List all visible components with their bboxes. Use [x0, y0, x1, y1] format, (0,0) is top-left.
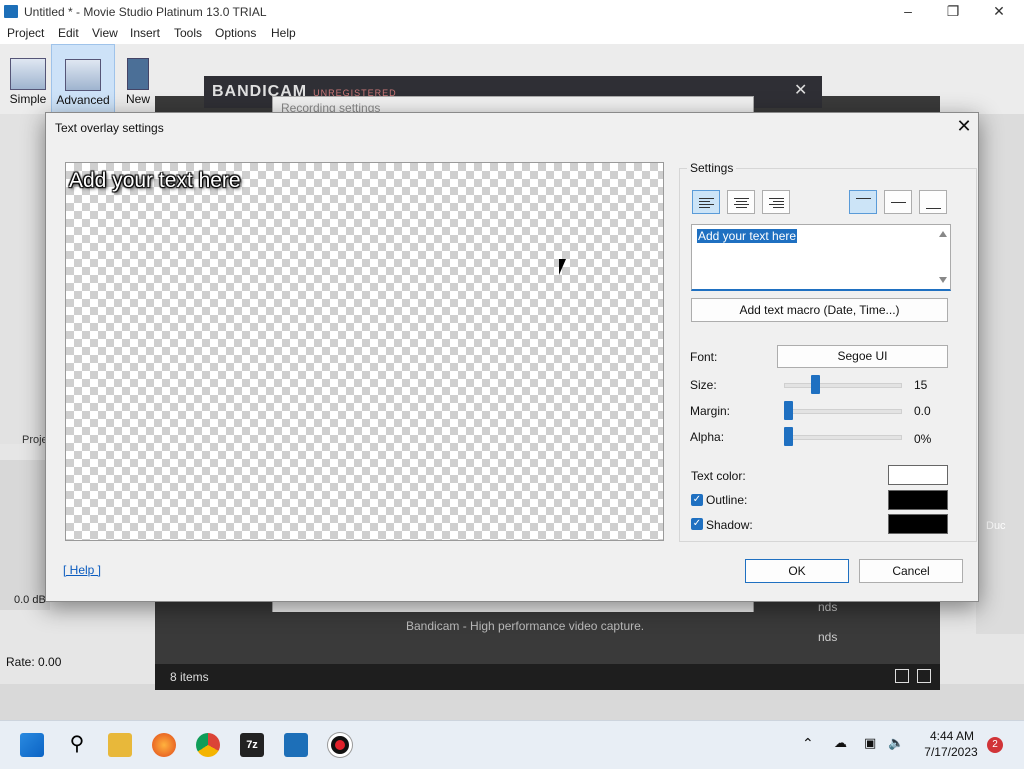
- side-text-1: nds: [818, 600, 838, 614]
- menu-view[interactable]: View: [92, 26, 118, 40]
- menu-tools[interactable]: Tools: [174, 26, 202, 40]
- simple-mode-button[interactable]: Simple: [0, 44, 56, 112]
- align-right-button[interactable]: [762, 190, 790, 214]
- network-icon[interactable]: ☁: [834, 735, 847, 751]
- app-title: Untitled * - Movie Studio Platinum 13.0 …: [24, 5, 267, 19]
- valign-top-button[interactable]: [849, 190, 877, 214]
- margin-slider-track[interactable]: [784, 409, 902, 414]
- display-icon[interactable]: ▣: [864, 735, 876, 751]
- minimize-icon[interactable]: –: [885, 0, 931, 24]
- new-project-icon: [127, 58, 149, 90]
- bandicam-record-icon[interactable]: [328, 733, 352, 757]
- outline-color-swatch[interactable]: [888, 490, 948, 510]
- project-label: Proje: [22, 434, 48, 446]
- outline-label: Outline:: [706, 493, 748, 507]
- menu-insert[interactable]: Insert: [130, 26, 160, 40]
- mouse-cursor-icon: [559, 259, 573, 275]
- new-project-button[interactable]: New: [118, 44, 158, 112]
- valign-bottom-button[interactable]: [919, 190, 947, 214]
- notification-badge[interactable]: 2: [987, 737, 1003, 753]
- margin-label: Margin:: [690, 404, 731, 418]
- size-slider-track[interactable]: [784, 383, 902, 388]
- advanced-mode-button[interactable]: Advanced: [51, 44, 115, 114]
- advanced-mode-icon: [65, 59, 101, 91]
- shadow-label: Shadow:: [706, 518, 753, 532]
- text-color-label: Text color:: [691, 469, 746, 483]
- file-explorer-icon[interactable]: [108, 733, 132, 757]
- items-count: 8 items: [170, 670, 209, 684]
- clock-time[interactable]: 4:44 AM: [926, 729, 978, 743]
- scroll-up-icon[interactable]: [939, 231, 947, 237]
- right-text: Duc: [986, 520, 1006, 532]
- maximize-icon[interactable]: ❐: [930, 0, 976, 24]
- alpha-slider-thumb[interactable]: [784, 427, 793, 446]
- right-panel: Duc: [976, 114, 1024, 634]
- overlay-text-selection: Add your text here: [697, 229, 798, 243]
- menu-help[interactable]: Help: [271, 26, 296, 40]
- alpha-slider-track[interactable]: [784, 435, 902, 440]
- search-icon[interactable]: ⚲: [65, 733, 89, 757]
- bandicam-footer-text: Bandicam - High performance video captur…: [406, 619, 645, 633]
- ok-button[interactable]: OK: [745, 559, 849, 583]
- simple-mode-icon: [10, 58, 46, 90]
- text-preview-canvas: Add your text here: [65, 162, 664, 541]
- bandicam-status-bar: 8 items: [155, 664, 940, 690]
- movie-studio-icon[interactable]: [284, 733, 308, 757]
- dialog-title: Text overlay settings: [55, 121, 164, 135]
- settings-legend: Settings: [687, 161, 737, 175]
- align-center-button[interactable]: [727, 190, 755, 214]
- outline-checkbox[interactable]: ✓: [691, 494, 703, 506]
- bandicam-footer: Bandicam - High performance video captur…: [204, 600, 837, 644]
- left-panel: Proje: [0, 114, 51, 446]
- sevenzip-icon[interactable]: 7z: [240, 733, 264, 757]
- alpha-label: Alpha:: [690, 430, 725, 444]
- grid-view-icon[interactable]: [917, 669, 931, 683]
- text-scrollbar[interactable]: [936, 225, 950, 289]
- menu-options[interactable]: Options: [215, 26, 256, 40]
- text-color-swatch[interactable]: [888, 465, 948, 485]
- font-label: Font:: [690, 350, 718, 364]
- shadow-checkbox[interactable]: ✓: [691, 518, 703, 530]
- help-link[interactable]: [ Help ]: [63, 563, 101, 577]
- margin-slider-thumb[interactable]: [784, 401, 793, 420]
- tray-chevron-icon[interactable]: ⌃: [802, 735, 814, 752]
- margin-value: 0.0: [914, 404, 931, 418]
- chrome-icon[interactable]: [196, 733, 220, 757]
- volume-icon[interactable]: 🔈: [888, 735, 904, 751]
- menu-edit[interactable]: Edit: [58, 26, 79, 40]
- taskbar: ⚲ 7z ⌃ ☁ ▣ 🔈 4:44 AM 7/17/2023 2: [0, 720, 1024, 769]
- overlay-text-input[interactable]: Add your text here: [691, 224, 951, 291]
- rate-readout: Rate: 0.00: [6, 655, 62, 669]
- text-overlay-dialog: Text overlay settings ✕ Add your text he…: [45, 112, 979, 602]
- close-icon[interactable]: ✕: [976, 0, 1022, 24]
- valign-middle-button[interactable]: [884, 190, 912, 214]
- preview-text: Add your text here: [69, 169, 241, 192]
- shadow-color-swatch[interactable]: [888, 514, 948, 534]
- add-text-macro-button[interactable]: Add text macro (Date, Time...): [691, 298, 948, 322]
- size-value: 15: [914, 378, 928, 392]
- dialog-close-icon[interactable]: ✕: [954, 117, 974, 137]
- menu-bar: Project Edit View Insert Tools Options H…: [0, 24, 1024, 44]
- size-slider-thumb[interactable]: [811, 375, 820, 394]
- app-titlebar: Untitled * - Movie Studio Platinum 13.0 …: [0, 0, 1024, 24]
- app-icon: [4, 5, 18, 18]
- scroll-down-icon[interactable]: [939, 277, 947, 283]
- cancel-button[interactable]: Cancel: [859, 559, 963, 583]
- firefox-icon[interactable]: [152, 733, 176, 757]
- clock-date[interactable]: 7/17/2023: [918, 745, 984, 759]
- start-icon[interactable]: [20, 733, 44, 757]
- rate-bar: Rate: 0.00: [0, 644, 155, 684]
- side-text-2: nds: [818, 630, 838, 644]
- list-view-icon[interactable]: [895, 669, 909, 683]
- size-label: Size:: [690, 378, 717, 392]
- track-headers: 0.0 dB: [0, 460, 50, 610]
- align-left-button[interactable]: [692, 190, 720, 214]
- menu-project[interactable]: Project: [7, 26, 44, 40]
- alpha-value: 0%: [914, 432, 932, 446]
- font-select-button[interactable]: Segoe UI: [777, 345, 948, 368]
- bandicam-close-icon[interactable]: ✕: [794, 80, 807, 100]
- volume-readout: 0.0 dB: [14, 594, 46, 606]
